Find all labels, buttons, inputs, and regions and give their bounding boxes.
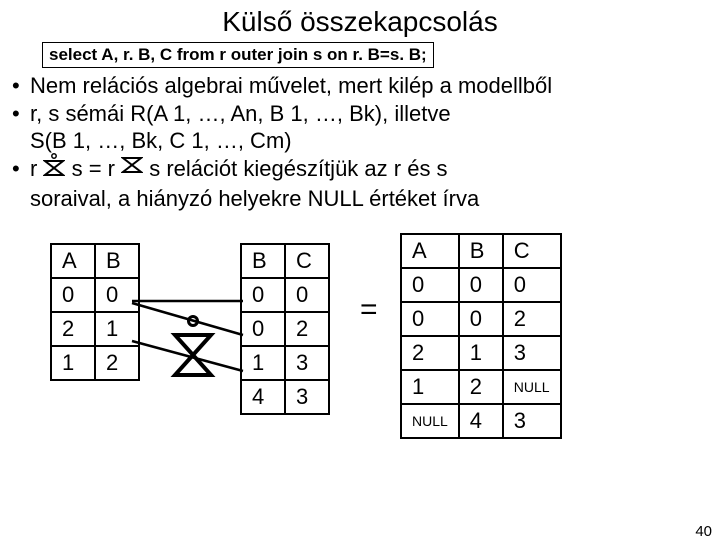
cell: B bbox=[241, 244, 285, 278]
cell: A bbox=[51, 244, 95, 278]
cell: 1 bbox=[51, 346, 95, 380]
cell: 2 bbox=[95, 346, 139, 380]
cell: 1 bbox=[459, 336, 503, 370]
cell: 3 bbox=[503, 404, 561, 438]
outer-join-icon bbox=[170, 313, 216, 383]
bullet-2b: S(B 1, …, Bk, C 1, …, Cm) bbox=[30, 127, 720, 155]
cell: 0 bbox=[459, 302, 503, 336]
cell: 2 bbox=[51, 312, 95, 346]
cell: 0 bbox=[285, 278, 329, 312]
cell: C bbox=[503, 234, 561, 268]
cell: 1 bbox=[401, 370, 459, 404]
cell: 0 bbox=[51, 278, 95, 312]
table-result: A B C 0 0 0 0 0 2 2 1 3 1 2 NULL NULL 4 … bbox=[400, 233, 562, 439]
bullet-list: • Nem relációs algebrai művelet, mert ki… bbox=[12, 72, 720, 213]
cell: 1 bbox=[241, 346, 285, 380]
cell: 0 bbox=[95, 278, 139, 312]
bullet-1: Nem relációs algebrai művelet, mert kilé… bbox=[30, 72, 720, 100]
cell: 3 bbox=[285, 380, 329, 414]
cell: 4 bbox=[241, 380, 285, 414]
bullet-3b: s = r bbox=[72, 156, 122, 181]
cell: 2 bbox=[401, 336, 459, 370]
bullet-3: r s = r s relációt kiegészítjük az r és … bbox=[30, 155, 720, 186]
sql-statement: select A, r. B, C from r outer join s on… bbox=[42, 42, 434, 68]
cell: 0 bbox=[459, 268, 503, 302]
cell: 4 bbox=[459, 404, 503, 438]
outer-join-icon bbox=[43, 153, 65, 184]
cell: 1 bbox=[95, 312, 139, 346]
cell: 3 bbox=[285, 346, 329, 380]
equals-sign: = bbox=[360, 293, 378, 327]
table-s: BC 00 02 13 43 bbox=[240, 243, 330, 415]
cell: 0 bbox=[241, 278, 285, 312]
cell: NULL bbox=[401, 404, 459, 438]
cell: B bbox=[95, 244, 139, 278]
cell: C bbox=[285, 244, 329, 278]
tables-area: AB 00 21 12 BC 00 02 13 43 = A B C 0 0 0 bbox=[0, 223, 720, 483]
bullet-dot: • bbox=[12, 72, 30, 100]
cell: B bbox=[459, 234, 503, 268]
cell: 0 bbox=[401, 268, 459, 302]
bullet-2: r, s sémái R(A 1, …, An, B 1, …, Bk), il… bbox=[30, 100, 720, 128]
table-r: AB 00 21 12 bbox=[50, 243, 140, 381]
natural-join-icon bbox=[121, 154, 143, 182]
cell: 2 bbox=[503, 302, 561, 336]
bullet-dot: • bbox=[12, 155, 30, 186]
cell: 0 bbox=[241, 312, 285, 346]
cell: 3 bbox=[503, 336, 561, 370]
bullet-3c: s relációt kiegészítjük az r és s bbox=[149, 156, 447, 181]
cell: 0 bbox=[503, 268, 561, 302]
cell: 0 bbox=[401, 302, 459, 336]
bullet-3d: soraival, a hiányzó helyekre NULL értéke… bbox=[30, 185, 720, 213]
cell: 2 bbox=[285, 312, 329, 346]
bullet-dot: • bbox=[12, 100, 30, 128]
cell: A bbox=[401, 234, 459, 268]
page-number: 40 bbox=[695, 523, 712, 540]
cell: NULL bbox=[503, 370, 561, 404]
bullet-3a: r bbox=[30, 156, 43, 181]
page-title: Külső összekapcsolás bbox=[0, 6, 720, 38]
cell: 2 bbox=[459, 370, 503, 404]
